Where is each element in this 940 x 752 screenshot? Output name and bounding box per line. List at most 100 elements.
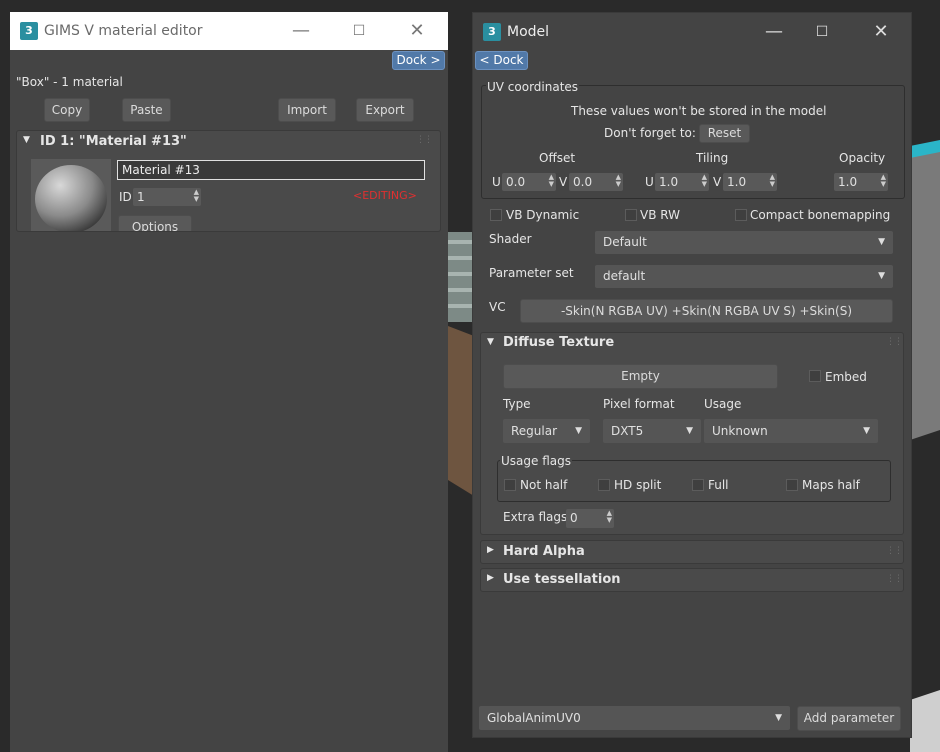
shader-value: Default xyxy=(603,235,647,249)
rollout-collapse-icon[interactable]: ▼ xyxy=(23,135,30,145)
close-icon[interactable]: ✕ xyxy=(404,18,430,44)
rollout-grip-icon[interactable]: ⋮⋮ xyxy=(416,135,433,145)
tiling-u-spinner[interactable]: 1.0 ▲ ▼ xyxy=(655,173,709,191)
compact-bonemapping-label: Compact bonemapping xyxy=(750,208,891,222)
minimize-icon[interactable]: — xyxy=(761,19,787,45)
maximize-icon[interactable]: ☐ xyxy=(346,18,372,44)
spinner-arrows-icon[interactable]: ▲ ▼ xyxy=(607,510,612,524)
tiling-v-label: V xyxy=(713,175,722,189)
paste-button[interactable]: Paste xyxy=(122,98,171,122)
usage-flags-label: Usage flags xyxy=(500,454,572,468)
hard-alpha-title[interactable]: Hard Alpha xyxy=(503,544,585,559)
offset-v-label: V xyxy=(559,175,568,189)
opacity-label: Opacity xyxy=(839,151,886,165)
parameter-select[interactable]: GlobalAnimUV0 ▼ xyxy=(479,706,790,730)
maps-half-checkbox[interactable] xyxy=(786,479,798,491)
dropdown-arrow-icon: ▼ xyxy=(575,426,582,436)
undock-button[interactable]: < Dock xyxy=(475,51,528,70)
opacity-value: 1.0 xyxy=(838,175,858,189)
3dsmax-app-icon: 3 xyxy=(483,23,501,41)
shader-label: Shader xyxy=(489,232,532,246)
embed-checkbox[interactable] xyxy=(809,370,821,382)
vc-label: VC xyxy=(489,300,506,314)
material-header[interactable]: ID 1: "Material #13" xyxy=(40,134,187,149)
dropdown-arrow-icon: ▼ xyxy=(686,426,693,436)
spinner-arrows-icon[interactable]: ▲ ▼ xyxy=(770,174,775,188)
hd-split-checkbox[interactable] xyxy=(598,479,610,491)
vb-rw-checkbox[interactable] xyxy=(625,209,637,221)
type-dropdown[interactable]: Regular ▼ xyxy=(503,419,590,443)
offset-u-value: 0.0 xyxy=(506,175,526,189)
rollout-grip-icon[interactable]: ⋮⋮ xyxy=(886,574,903,584)
dropdown-arrow-icon: ▼ xyxy=(878,271,885,281)
offset-v-spinner[interactable]: 0.0 ▲ ▼ xyxy=(569,173,623,191)
tessellation-expand-icon[interactable]: ▶ xyxy=(487,573,494,583)
opacity-spinner[interactable]: 1.0 ▲ ▼ xyxy=(834,173,888,191)
vb-rw-label: VB RW xyxy=(640,208,680,222)
uv-forget-label: Don't forget to: xyxy=(604,126,696,140)
parameter-select-value: GlobalAnimUV0 xyxy=(487,711,581,725)
texture-empty-button[interactable]: Empty xyxy=(503,364,778,389)
maximize-icon[interactable]: ☐ xyxy=(809,19,835,45)
copy-button[interactable]: Copy xyxy=(44,98,90,122)
minimize-icon[interactable]: — xyxy=(288,18,314,44)
editing-status: <EDITING> xyxy=(353,189,417,202)
not-half-checkbox[interactable] xyxy=(504,479,516,491)
spinner-arrows-icon[interactable]: ▲ ▼ xyxy=(616,174,621,188)
hd-split-label: HD split xyxy=(614,478,662,492)
export-button[interactable]: Export xyxy=(356,98,414,122)
offset-u-spinner[interactable]: 0.0 ▲ ▼ xyxy=(502,173,556,191)
spinner-arrows-icon[interactable]: ▲ ▼ xyxy=(549,174,554,188)
diffuse-collapse-icon[interactable]: ▼ xyxy=(487,337,494,347)
rollout-grip-icon[interactable]: ⋮⋮ xyxy=(886,337,903,347)
not-half-label: Not half xyxy=(520,478,568,492)
vb-dynamic-label: VB Dynamic xyxy=(506,208,580,222)
usage-dropdown[interactable]: Unknown ▼ xyxy=(704,419,878,443)
usage-label: Usage xyxy=(704,397,742,411)
tiling-v-spinner[interactable]: 1.0 ▲ ▼ xyxy=(723,173,777,191)
tessellation-title[interactable]: Use tessellation xyxy=(503,572,621,587)
pixel-format-label: Pixel format xyxy=(603,397,675,411)
type-value: Regular xyxy=(511,424,558,438)
material-editor-window: 3 GIMS V material editor — ☐ ✕ Dock > "B… xyxy=(10,12,448,752)
diffuse-texture-title[interactable]: Diffuse Texture xyxy=(503,335,614,350)
material-summary: "Box" - 1 material xyxy=(16,75,123,89)
dropdown-arrow-icon: ▼ xyxy=(878,237,885,247)
material-preview-sphere xyxy=(31,159,111,231)
vb-dynamic-checkbox[interactable] xyxy=(490,209,502,221)
model-window-title: Model xyxy=(507,24,550,40)
dropdown-arrow-icon: ▼ xyxy=(775,713,782,723)
spinner-arrows-icon[interactable]: ▲ ▼ xyxy=(881,174,886,188)
editor-titlebar[interactable]: 3 GIMS V material editor — ☐ ✕ xyxy=(10,12,448,50)
dock-button[interactable]: Dock > xyxy=(392,51,445,70)
uv-group-label: UV coordinates xyxy=(486,80,580,94)
paramset-dropdown[interactable]: default ▼ xyxy=(595,265,893,288)
model-titlebar[interactable]: 3 Model — ☐ ✕ xyxy=(473,13,911,51)
close-icon[interactable]: ✕ xyxy=(868,19,894,45)
shader-dropdown[interactable]: Default ▼ xyxy=(595,231,893,254)
pixel-format-dropdown[interactable]: DXT5 ▼ xyxy=(603,419,701,443)
full-label: Full xyxy=(708,478,729,492)
spinner-arrows-icon[interactable]: ▲ ▼ xyxy=(702,174,707,188)
id-spinner[interactable]: 1 ▲ ▼ xyxy=(133,188,201,206)
vc-button[interactable]: -Skin(N RGBA UV) +Skin(N RGBA UV S) +Ski… xyxy=(520,299,893,323)
3dsmax-app-icon: 3 xyxy=(20,22,38,40)
rollout-grip-icon[interactable]: ⋮⋮ xyxy=(886,546,903,556)
hard-alpha-expand-icon[interactable]: ▶ xyxy=(487,545,494,555)
tiling-label: Tiling xyxy=(696,151,729,165)
tiling-u-label: U xyxy=(645,175,654,189)
add-parameter-button[interactable]: Add parameter xyxy=(797,706,901,731)
id-label: ID xyxy=(119,190,132,204)
uv-note: These values won't be stored in the mode… xyxy=(571,104,827,118)
tiling-u-value: 1.0 xyxy=(659,175,679,189)
editor-window-title: GIMS V material editor xyxy=(44,23,203,39)
import-button[interactable]: Import xyxy=(278,98,336,122)
spinner-arrows-icon[interactable]: ▲ ▼ xyxy=(194,189,199,203)
reset-button[interactable]: Reset xyxy=(699,124,750,143)
type-label: Type xyxy=(503,397,531,411)
full-checkbox[interactable] xyxy=(692,479,704,491)
options-button[interactable]: Options xyxy=(118,215,192,231)
extra-flags-spinner[interactable]: 0 ▲ ▼ xyxy=(566,509,614,528)
material-name-field[interactable] xyxy=(117,160,425,180)
compact-bonemapping-checkbox[interactable] xyxy=(735,209,747,221)
